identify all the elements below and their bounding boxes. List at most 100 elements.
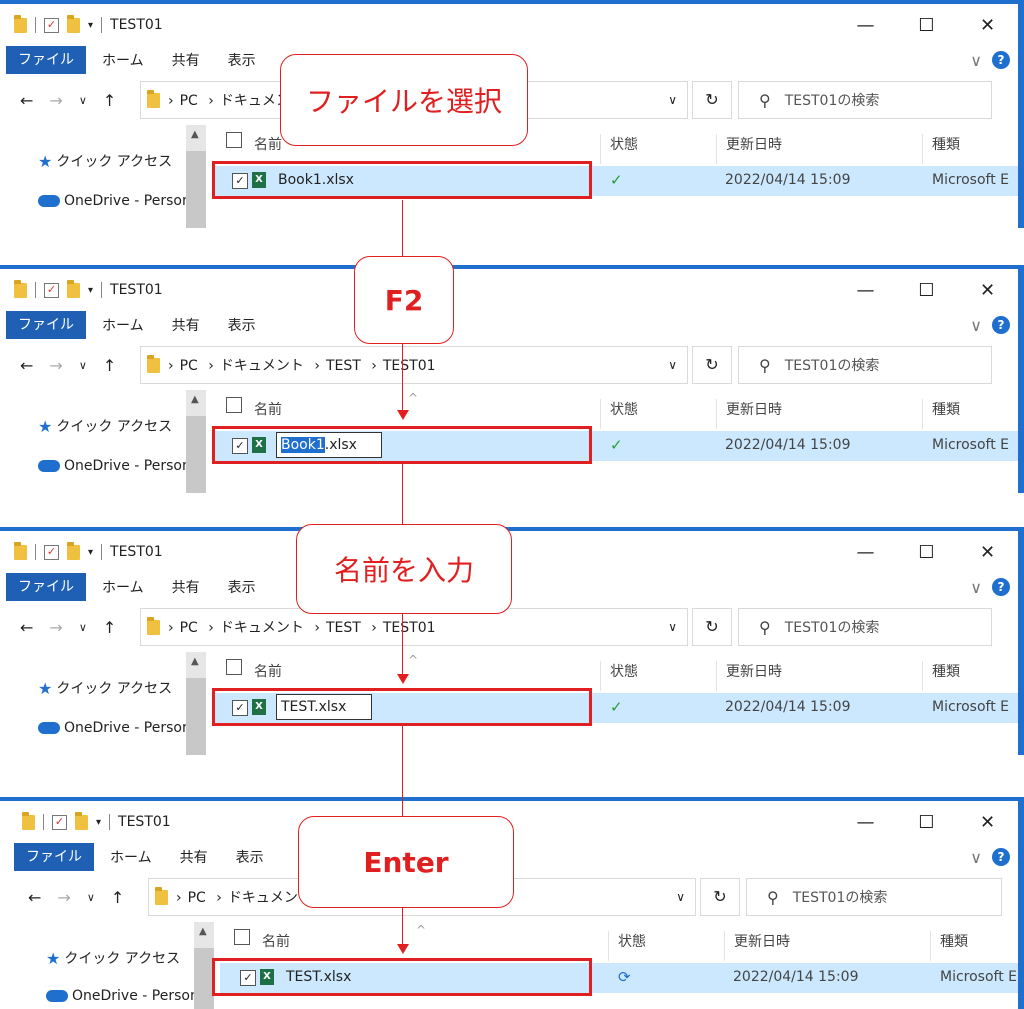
properties-icon[interactable]: ✓: [44, 17, 59, 33]
crumb-pc[interactable]: PC: [188, 890, 206, 906]
folder-icon[interactable]: [22, 811, 35, 830]
back-icon[interactable]: ←: [20, 356, 33, 375]
maximize-button[interactable]: ☐: [896, 542, 957, 563]
new-folder-icon[interactable]: [75, 811, 88, 830]
up-icon[interactable]: ↑: [103, 91, 116, 110]
tab-file[interactable]: ファイル: [6, 573, 86, 601]
refresh-button[interactable]: ↻: [692, 346, 732, 384]
search-box[interactable]: ⚲ TEST01の検索: [738, 81, 992, 119]
refresh-button[interactable]: ↻: [692, 608, 732, 646]
new-folder-icon[interactable]: [67, 14, 80, 33]
recent-locations-icon[interactable]: ∨: [79, 621, 87, 634]
col-status[interactable]: 状態: [610, 399, 638, 419]
address-bar[interactable]: › PC › ドキュメント › TEST › TEST01 ∨: [140, 346, 688, 384]
col-date[interactable]: 更新日時: [734, 931, 790, 951]
refresh-button[interactable]: ↻: [700, 878, 740, 916]
nav-quick-access[interactable]: ★ クイック アクセス: [38, 151, 172, 171]
tab-view[interactable]: 表示: [228, 50, 256, 70]
col-date[interactable]: 更新日時: [726, 661, 782, 681]
nav-quick-access[interactable]: ★ クイック アクセス: [38, 416, 172, 436]
scroll-up-icon[interactable]: ▲: [191, 129, 199, 140]
search-box[interactable]: ⚲ TEST01の検索: [738, 608, 992, 646]
scroll-up-icon[interactable]: ▲: [191, 394, 199, 405]
tab-file[interactable]: ファイル: [6, 311, 86, 339]
nav-scrollbar[interactable]: ▲: [194, 922, 214, 1009]
col-type[interactable]: 種類: [932, 399, 960, 419]
folder-icon[interactable]: [14, 14, 27, 33]
scroll-up-icon[interactable]: ▲: [191, 656, 199, 667]
col-status[interactable]: 状態: [610, 134, 638, 154]
tab-view[interactable]: 表示: [228, 577, 256, 597]
help-icon[interactable]: ?: [992, 51, 1010, 69]
minimize-button[interactable]: —: [835, 15, 896, 36]
properties-icon[interactable]: ✓: [52, 814, 67, 830]
expand-ribbon-icon[interactable]: ∨: [970, 316, 982, 335]
recent-locations-icon[interactable]: ∨: [87, 891, 95, 904]
nav-quick-access[interactable]: ★ クイック アクセス: [46, 948, 180, 968]
col-type[interactable]: 種類: [932, 134, 960, 154]
help-icon[interactable]: ?: [992, 316, 1010, 334]
tab-share[interactable]: 共有: [172, 577, 200, 597]
col-status[interactable]: 状態: [618, 931, 646, 951]
tab-share[interactable]: 共有: [172, 315, 200, 335]
maximize-button[interactable]: ☐: [896, 812, 957, 833]
crumb-documents[interactable]: ドキュメント: [220, 620, 304, 636]
forward-icon[interactable]: →: [57, 888, 70, 907]
back-icon[interactable]: ←: [28, 888, 41, 907]
select-all-checkbox[interactable]: [226, 132, 242, 148]
up-icon[interactable]: ↑: [103, 618, 116, 637]
col-status[interactable]: 状態: [610, 661, 638, 681]
customize-qat-icon[interactable]: ▾: [96, 817, 101, 828]
recent-locations-icon[interactable]: ∨: [79, 359, 87, 372]
col-name[interactable]: 名前: [254, 134, 282, 154]
help-icon[interactable]: ?: [992, 848, 1010, 866]
tab-view[interactable]: 表示: [228, 315, 256, 335]
customize-qat-icon[interactable]: ▾: [88, 547, 93, 558]
expand-ribbon-icon[interactable]: ∨: [970, 578, 982, 597]
up-icon[interactable]: ↑: [111, 888, 124, 907]
crumb-test01[interactable]: TEST01: [383, 358, 436, 374]
up-icon[interactable]: ↑: [103, 356, 116, 375]
close-button[interactable]: ✕: [957, 280, 1018, 301]
col-name[interactable]: 名前: [254, 399, 282, 419]
select-all-checkbox[interactable]: [226, 659, 242, 675]
nav-scrollbar[interactable]: ▲: [186, 390, 206, 493]
nav-scrollbar[interactable]: ▲: [186, 652, 206, 755]
expand-ribbon-icon[interactable]: ∨: [970, 51, 982, 70]
crumb-test01[interactable]: TEST01: [383, 620, 436, 636]
search-box[interactable]: ⚲ TEST01の検索: [738, 346, 992, 384]
col-type[interactable]: 種類: [932, 661, 960, 681]
nav-onedrive[interactable]: OneDrive - Person: [38, 458, 191, 474]
tab-share[interactable]: 共有: [172, 50, 200, 70]
address-dropdown-icon[interactable]: ∨: [668, 358, 677, 372]
new-folder-icon[interactable]: [67, 279, 80, 298]
customize-qat-icon[interactable]: ▾: [88, 20, 93, 31]
col-date[interactable]: 更新日時: [726, 399, 782, 419]
tab-share[interactable]: 共有: [180, 847, 208, 867]
nav-onedrive[interactable]: OneDrive - Person: [38, 193, 191, 209]
nav-onedrive[interactable]: OneDrive - Person: [38, 720, 191, 736]
refresh-button[interactable]: ↻: [692, 81, 732, 119]
crumb-test[interactable]: TEST: [326, 358, 361, 374]
address-dropdown-icon[interactable]: ∨: [676, 890, 685, 904]
recent-locations-icon[interactable]: ∨: [79, 94, 87, 107]
crumb-pc[interactable]: PC: [180, 620, 198, 636]
properties-icon[interactable]: ✓: [44, 282, 59, 298]
back-icon[interactable]: ←: [20, 91, 33, 110]
back-icon[interactable]: ←: [20, 618, 33, 637]
crumb-pc[interactable]: PC: [180, 358, 198, 374]
properties-icon[interactable]: ✓: [44, 544, 59, 560]
col-name[interactable]: 名前: [254, 661, 282, 681]
tab-home[interactable]: ホーム: [110, 847, 152, 867]
scroll-up-icon[interactable]: ▲: [199, 926, 207, 937]
tab-home[interactable]: ホーム: [102, 50, 144, 70]
close-button[interactable]: ✕: [957, 15, 1018, 36]
crumb-documents[interactable]: ドキュメント: [220, 358, 304, 374]
tab-file[interactable]: ファイル: [14, 843, 94, 871]
crumb-test[interactable]: TEST: [326, 620, 361, 636]
address-dropdown-icon[interactable]: ∨: [668, 93, 677, 107]
customize-qat-icon[interactable]: ▾: [88, 285, 93, 296]
new-folder-icon[interactable]: [67, 541, 80, 560]
nav-onedrive[interactable]: OneDrive - Person: [46, 988, 199, 1004]
maximize-button[interactable]: ☐: [896, 15, 957, 36]
